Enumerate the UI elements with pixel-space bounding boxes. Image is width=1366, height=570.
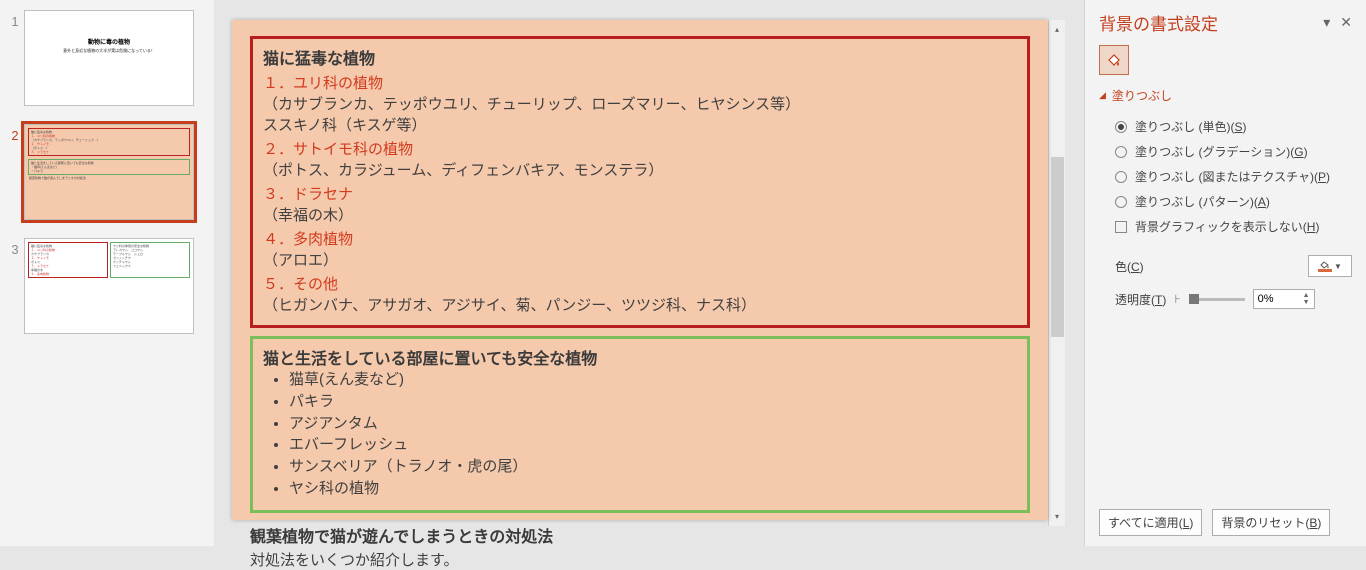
paint-bucket-icon (1106, 52, 1122, 68)
format-background-panel: 背景の書式設定 ▾ ✕ ◢ 塗りつぶし 塗りつぶし (単色)(S) 塗りつぶし … (1084, 0, 1366, 546)
radio-label: 塗りつぶし (図またはテクスチャ)(P) (1135, 168, 1330, 185)
thumb1-sub: 意外と身近な植物の大半が実は危険になっている！ (25, 48, 193, 54)
item-num: ２．サトイモ科の植物 (263, 138, 1017, 159)
list-item: ３．ドラセナ （幸福の木） (263, 183, 1017, 225)
list-item: ２．サトイモ科の植物 （ポトス、カラジューム、ディフェンバキア、モンステラ） (263, 138, 1017, 180)
section-sub: 対処法をいくつか紹介します。 (250, 549, 1030, 570)
fill-section-label: 塗りつぶし (1112, 87, 1172, 104)
thumbnail-number: 1 (6, 10, 24, 106)
transparency-label: 透明度(T) (1115, 291, 1166, 308)
box-heading: 猫と生活をしている部屋に置いても安全な植物 (263, 345, 1017, 369)
list-item: １．ユリ科の植物 （カサブランカ、テッポウユリ、チューリップ、ローズマリー、ヒヤ… (263, 72, 1017, 135)
list-item: ５．その他 （ヒガンバナ、アサガオ、アジサイ、菊、パンジー、ツツジ科、ナス科） (263, 273, 1017, 315)
panel-footer: すべてに適用(L) 背景のリセット(B) (1099, 509, 1352, 536)
list-item: ４．多肉植物 （アロエ） (263, 228, 1017, 270)
slide-thumbnail-pane[interactable]: 1 動物に毒の植物 意外と身近な植物の大半が実は危険になっている！ 2 猫に猛毒… (0, 0, 214, 546)
list-item: 猫草(えん麦など) (289, 369, 1017, 391)
slide-canvas[interactable]: 猫に猛毒な植物 １．ユリ科の植物 （カサブランカ、テッポウユリ、チューリップ、ロ… (232, 20, 1048, 520)
item-body: （ポトス、カラジューム、ディフェンバキア、モンステラ） (263, 159, 1017, 180)
list-item: ヤシ科の植物 (289, 478, 1017, 500)
panel-menu-button[interactable]: ▾ (1323, 14, 1330, 31)
section-heading: 観葉植物で猫が遊んでしまうときの対処法 (250, 523, 1030, 547)
fill-picture-radio[interactable]: 塗りつぶし (図またはテクスチャ)(P) (1115, 168, 1352, 185)
chevron-down-icon: ▼ (1334, 262, 1342, 271)
panel-close-button[interactable]: ✕ (1340, 14, 1352, 31)
spin-down[interactable]: ▼ (1303, 299, 1310, 306)
app-root: 1 動物に毒の植物 意外と身近な植物の大半が実は危険になっている！ 2 猫に猛毒… (0, 0, 1366, 546)
collapse-icon: ◢ (1099, 90, 1106, 101)
spin-up[interactable]: ▲ (1303, 292, 1310, 299)
radio-label: 塗りつぶし (パターン)(A) (1135, 193, 1270, 210)
checkbox-label: 背景グラフィックを表示しない(H) (1135, 218, 1319, 235)
hide-bg-graphics-checkbox[interactable]: 背景グラフィックを表示しない(H) (1115, 218, 1352, 235)
panel-title: 背景の書式設定 (1099, 10, 1218, 35)
paint-bucket-color-icon (1318, 260, 1332, 272)
radio-label: 塗りつぶし (単色)(S) (1135, 118, 1246, 135)
vertical-scrollbar[interactable]: ▴ ▾ (1048, 20, 1065, 526)
fill-pattern-radio[interactable]: 塗りつぶし (パターン)(A) (1115, 193, 1352, 210)
transparency-input[interactable] (1258, 293, 1292, 305)
radio-icon (1115, 146, 1127, 158)
apply-all-button[interactable]: すべてに適用(L) (1099, 509, 1202, 536)
list-item: エバーフレッシュ (289, 434, 1017, 456)
thumbnail-3[interactable]: 猫に猛毒な植物 １．ユリ科の植物 カサブランカ ２．サトイモ ポトス ３．ドラセ… (24, 238, 194, 334)
box-heading: 猫に猛毒な植物 (263, 45, 1017, 69)
radio-icon (1115, 121, 1127, 133)
panel-header: 背景の書式設定 ▾ ✕ (1099, 10, 1352, 35)
item-num: ４．多肉植物 (263, 228, 1017, 249)
reset-background-button[interactable]: 背景のリセット(B) (1212, 509, 1330, 536)
scroll-up-button[interactable]: ▴ (1050, 22, 1065, 37)
item-body: （アロエ） (263, 249, 1017, 270)
fill-section-header[interactable]: ◢ 塗りつぶし (1099, 87, 1352, 104)
item-body: （ヒガンバナ、アサガオ、アジサイ、菊、パンジー、ツツジ科、ナス科） (263, 294, 1017, 315)
content-box-safe[interactable]: 猫と生活をしている部屋に置いても安全な植物 猫草(えん麦など) パキラ アジアン… (250, 336, 1030, 513)
thumbnail-row: 2 猫に猛毒な植物 １．ユリ科の植物 （カサブランカ、テッポウユリ、チューリップ… (6, 124, 208, 220)
thumbnail-2[interactable]: 猫に猛毒な植物 １．ユリ科の植物 （カサブランカ、テッポウユリ、チューリップ…）… (24, 124, 194, 220)
item-num: ５．その他 (263, 273, 1017, 294)
list-item: アジアンタム (289, 413, 1017, 435)
content-section-countermeasure[interactable]: 観葉植物で猫が遊んでしまうときの対処法 対処法をいくつか紹介します。 (250, 523, 1030, 570)
fill-gradient-radio[interactable]: 塗りつぶし (グラデーション)(G) (1115, 143, 1352, 160)
content-box-dangerous[interactable]: 猫に猛毒な植物 １．ユリ科の植物 （カサブランカ、テッポウユリ、チューリップ、ロ… (250, 36, 1030, 328)
slider-thumb[interactable] (1189, 294, 1199, 304)
transparency-slider[interactable] (1189, 298, 1245, 301)
checkbox-icon (1115, 221, 1127, 233)
item-body: （幸福の木） (263, 204, 1017, 225)
item-num: １．ユリ科の植物 (263, 72, 1017, 93)
color-field-row: 色(C) ▼ (1115, 255, 1352, 277)
item-num: ３．ドラセナ (263, 183, 1017, 204)
thumbnail-number: 3 (6, 238, 24, 334)
list-item: サンスベリア（トラノオ・虎の尾） (289, 456, 1017, 478)
thumbnail-1[interactable]: 動物に毒の植物 意外と身近な植物の大半が実は危険になっている！ (24, 10, 194, 106)
color-label: 色(C) (1115, 258, 1144, 275)
radio-label: 塗りつぶし (グラデーション)(G) (1135, 143, 1308, 160)
radio-icon (1115, 196, 1127, 208)
thumbnail-row: 3 猫に猛毒な植物 １．ユリ科の植物 カサブランカ ２．サトイモ ポトス ３．ド… (6, 238, 208, 334)
item-body: （カサブランカ、テッポウユリ、チューリップ、ローズマリー、ヒヤシンス等） ススキ… (263, 93, 1017, 135)
fill-solid-radio[interactable]: 塗りつぶし (単色)(S) (1115, 118, 1352, 135)
scroll-down-button[interactable]: ▾ (1050, 509, 1065, 524)
scroll-track[interactable] (1050, 37, 1065, 509)
scroll-thumb[interactable] (1051, 157, 1064, 337)
safe-list: 猫草(えん麦など) パキラ アジアンタム エバーフレッシュ サンスベリア（トラノ… (263, 369, 1017, 500)
fill-category-button[interactable] (1099, 45, 1129, 75)
color-picker-button[interactable]: ▼ (1308, 255, 1352, 277)
list-item: パキラ (289, 391, 1017, 413)
thumbnail-number: 2 (6, 124, 24, 220)
slide-editor-area: 猫に猛毒な植物 １．ユリ科の植物 （カサブランカ、テッポウユリ、チューリップ、ロ… (214, 0, 1084, 546)
transparency-row: 透明度(T) ⊦ ▲ ▼ (1115, 289, 1352, 309)
radio-icon (1115, 171, 1127, 183)
thumbnail-row: 1 動物に毒の植物 意外と身近な植物の大半が実は危険になっている！ (6, 10, 208, 106)
thumb1-title: 動物に毒の植物 (25, 37, 193, 46)
transparency-spinbox[interactable]: ▲ ▼ (1253, 289, 1315, 309)
